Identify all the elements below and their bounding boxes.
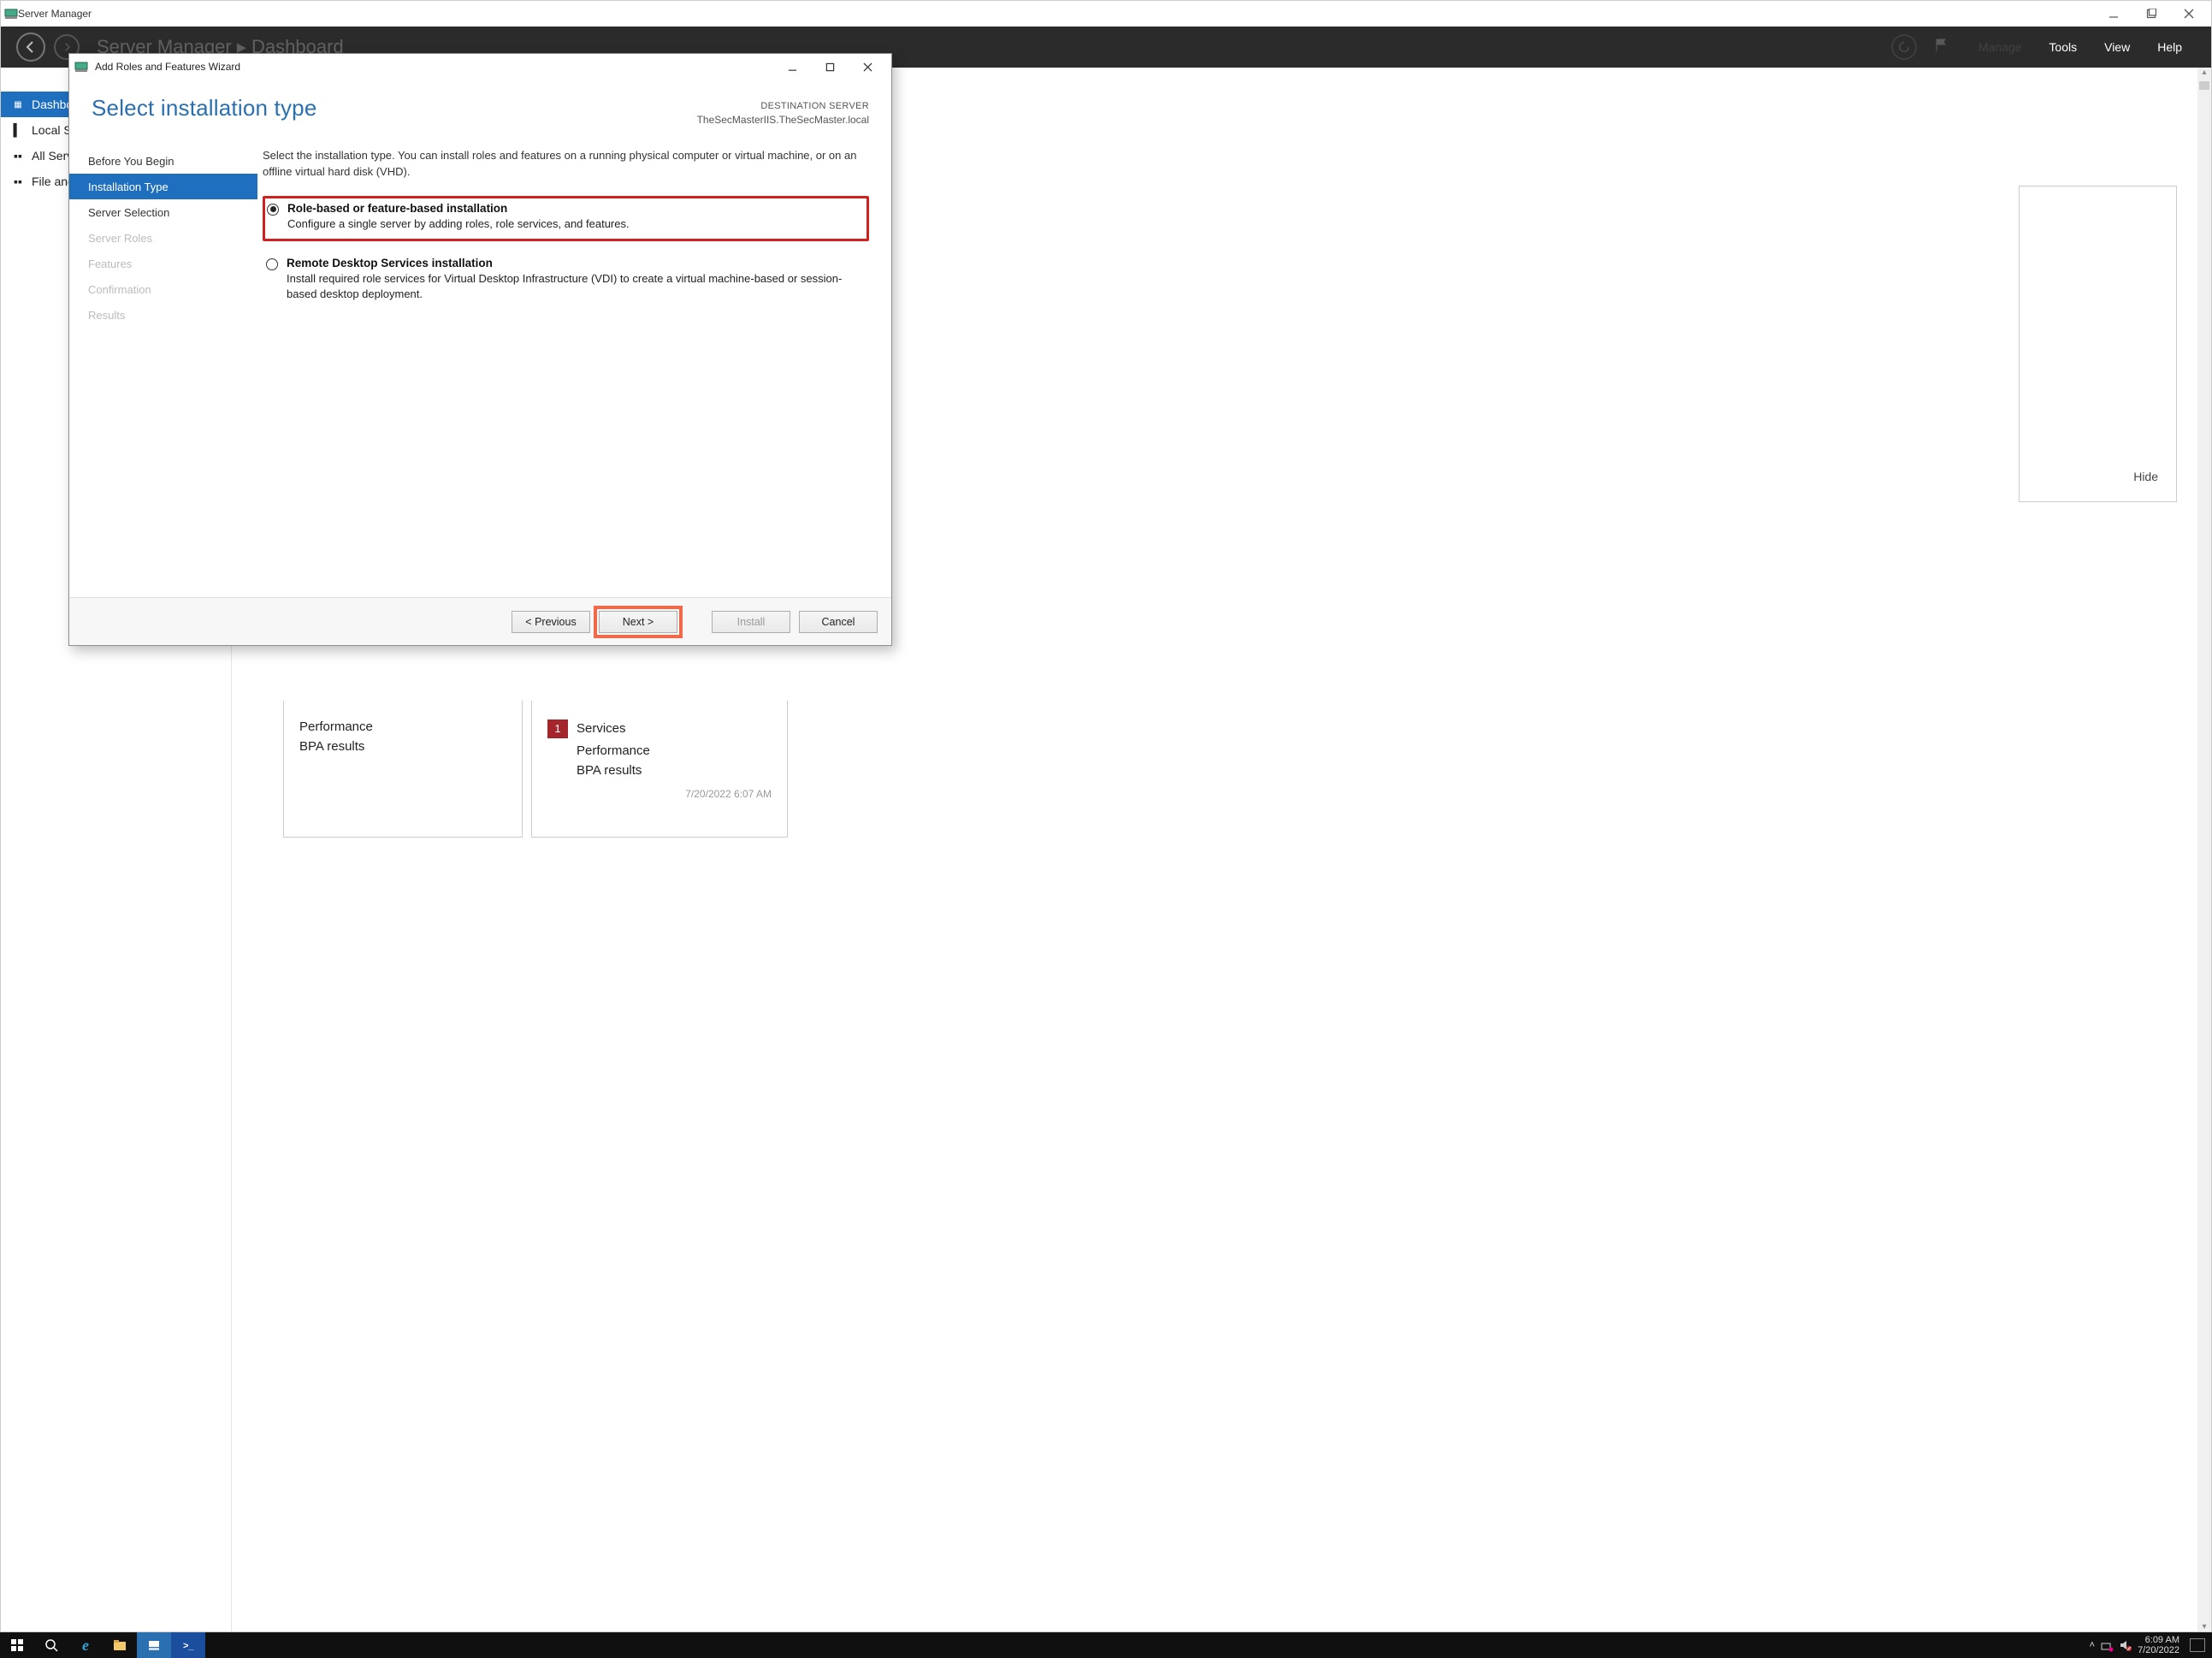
clock-date: 7/20/2022: [2138, 1645, 2179, 1655]
add-roles-wizard-dialog: Add Roles and Features Wizard Select ins…: [68, 53, 892, 646]
previous-button[interactable]: < Previous: [512, 611, 590, 633]
menu-view[interactable]: View: [2104, 40, 2130, 54]
tile-right-bpa[interactable]: BPA results: [547, 763, 772, 778]
step-installation-type[interactable]: Installation Type: [69, 174, 257, 199]
taskbar[interactable]: e >_ ˄ 6:09 AM 7/20/2022: [0, 1632, 2212, 1658]
welcome-tile-fragment: [2019, 186, 2177, 502]
radio-role-based[interactable]: Role-based or feature-based installation…: [263, 196, 869, 241]
step-before-you-begin[interactable]: Before You Begin: [69, 148, 257, 174]
destination-server-info: DESTINATION SERVER TheSecMasterIIS.TheSe…: [697, 95, 869, 127]
taskbar-powershell[interactable]: >_: [171, 1632, 205, 1658]
all-servers-icon: ▪▪: [11, 149, 25, 163]
install-button: Install: [712, 611, 790, 633]
dialog-titlebar[interactable]: Add Roles and Features Wizard: [69, 54, 891, 80]
server-manager-icon: [4, 7, 18, 21]
tile-right-services: Services: [577, 721, 626, 736]
network-icon[interactable]: [2100, 1638, 2114, 1652]
hide-link[interactable]: Hide: [2133, 470, 2158, 483]
dialog-maximize-button[interactable]: [811, 55, 849, 79]
tray-overflow-icon[interactable]: ˄: [2090, 1640, 2095, 1650]
main-scrollbar[interactable]: [2197, 68, 2211, 1631]
taskbar-explorer[interactable]: [103, 1632, 137, 1658]
menu-manage[interactable]: Manage: [1978, 40, 2022, 54]
local-server-icon: [11, 123, 25, 137]
dialog-content: Select the installation type. You can in…: [257, 148, 891, 597]
role-tiles-row: Performance BPA results 1 Services Perfor…: [283, 701, 1898, 838]
error-badge: 1: [547, 719, 568, 738]
svg-text:>_: >_: [183, 1641, 194, 1651]
installation-type-radio-group: Role-based or feature-based installation…: [263, 196, 869, 311]
intro-text: Select the installation type. You can in…: [263, 148, 869, 181]
tile-left-performance[interactable]: Performance: [299, 719, 506, 734]
dashboard-icon: [11, 98, 25, 111]
dialog-body: Before You Begin Installation Type Serve…: [69, 127, 891, 597]
wizard-steps-nav: Before You Begin Installation Type Serve…: [69, 148, 257, 597]
tile-right-performance[interactable]: Performance: [547, 743, 772, 758]
step-confirmation: Confirmation: [69, 276, 257, 302]
step-results: Results: [69, 302, 257, 328]
dialog-footer: < Previous Next > Install Cancel: [69, 597, 891, 645]
nav-back-button[interactable]: [16, 33, 45, 62]
dialog-title: Add Roles and Features Wizard: [95, 61, 240, 73]
radio-role-based-label: Role-based or feature-based installation: [287, 202, 865, 215]
file-storage-icon: ▪▪: [11, 175, 25, 188]
dialog-header: Select installation type DESTINATION SER…: [69, 80, 891, 127]
radio-rds-desc: Install required role services for Virtu…: [287, 271, 866, 302]
tile-left[interactable]: Performance BPA results: [283, 701, 523, 838]
radio-rds-input[interactable]: [266, 258, 278, 270]
search-button[interactable]: [34, 1632, 68, 1658]
destination-server-label: DESTINATION SERVER: [697, 100, 869, 113]
main-close-button[interactable]: [2170, 2, 2208, 26]
step-server-selection[interactable]: Server Selection: [69, 199, 257, 225]
notifications-flag-icon[interactable]: [1934, 38, 1949, 57]
menu-help[interactable]: Help: [2157, 40, 2182, 54]
main-maximize-button[interactable]: [2132, 2, 2170, 26]
radio-rds[interactable]: Remote Desktop Services installation Ins…: [263, 252, 869, 311]
scrollbar-thumb[interactable]: [2199, 81, 2209, 90]
main-title: Server Manager: [18, 8, 92, 20]
dialog-minimize-button[interactable]: [773, 55, 811, 79]
tile-right-services-row[interactable]: 1 Services: [547, 719, 772, 738]
main-titlebar[interactable]: Server Manager: [1, 1, 2211, 27]
destination-server-name: TheSecMasterIIS.TheSecMaster.local: [697, 113, 869, 127]
dialog-heading: Select installation type: [92, 95, 317, 121]
cancel-button[interactable]: Cancel: [799, 611, 878, 633]
action-center-icon[interactable]: [2190, 1638, 2205, 1652]
main-minimize-button[interactable]: [2095, 2, 2132, 26]
tile-right[interactable]: 1 Services Performance BPA results 7/20/2…: [531, 701, 788, 838]
taskbar-server-manager[interactable]: [137, 1632, 171, 1658]
clock-time: 6:09 AM: [2138, 1635, 2179, 1645]
step-server-roles: Server Roles: [69, 225, 257, 251]
volume-icon[interactable]: [2119, 1638, 2132, 1652]
refresh-button[interactable]: [1891, 34, 1917, 60]
radio-role-based-desc: Configure a single server by adding role…: [287, 216, 865, 232]
dialog-close-button[interactable]: [849, 55, 886, 79]
start-button[interactable]: [0, 1632, 34, 1658]
wizard-icon: [74, 60, 88, 74]
system-tray[interactable]: ˄ 6:09 AM 7/20/2022: [2083, 1635, 2212, 1655]
next-button[interactable]: Next >: [599, 611, 677, 633]
clock[interactable]: 6:09 AM 7/20/2022: [2138, 1635, 2179, 1655]
tile-right-time: 7/20/2022 6:07 AM: [547, 788, 772, 800]
tile-left-bpa[interactable]: BPA results: [299, 739, 506, 754]
radio-role-based-input[interactable]: [267, 204, 279, 216]
step-features: Features: [69, 251, 257, 276]
taskbar-ie[interactable]: e: [68, 1632, 103, 1658]
menu-tools[interactable]: Tools: [2049, 40, 2077, 54]
radio-rds-label: Remote Desktop Services installation: [287, 257, 866, 269]
